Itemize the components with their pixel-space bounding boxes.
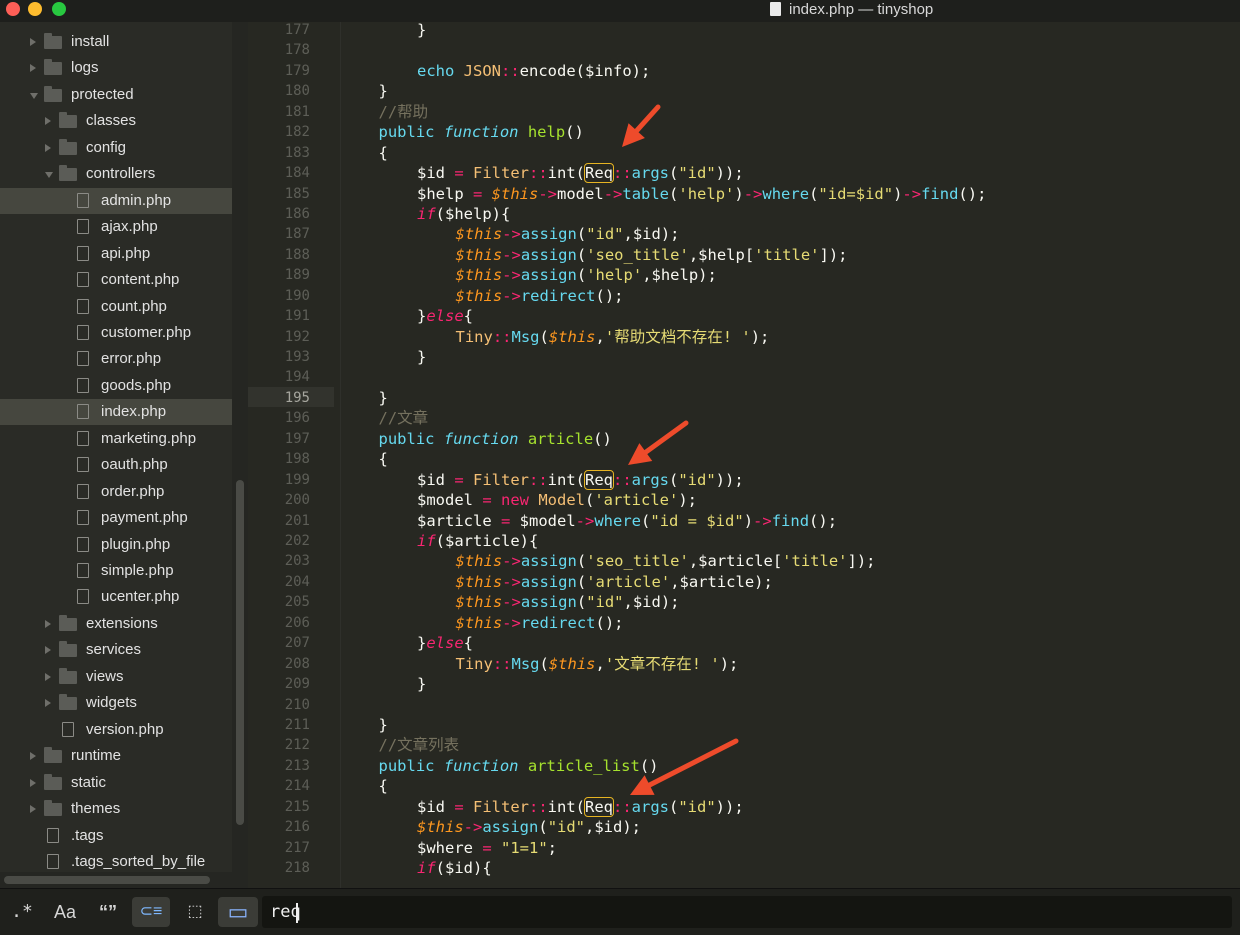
- case-sensitive-toggle-button[interactable]: Aa: [48, 897, 82, 927]
- find-input[interactable]: [262, 896, 1232, 928]
- find-bar: .* Aa “” ⊂≡ ⬚ ▭: [0, 888, 1240, 935]
- in-selection-toggle-button[interactable]: ⬚: [178, 897, 212, 927]
- annotation-arrows: [622, 104, 739, 795]
- annotation-arrow-shaft: [634, 104, 661, 134]
- whole-word-toggle-button[interactable]: “”: [90, 897, 126, 927]
- regex-toggle-button[interactable]: .*: [6, 897, 38, 927]
- annotation-arrow-head: [628, 443, 653, 465]
- wrap-toggle-button[interactable]: ⊂≡: [132, 897, 170, 927]
- annotation-arrow-shaft: [643, 420, 689, 455]
- text-cursor: [296, 903, 298, 923]
- annotation-arrow-shaft: [647, 738, 739, 788]
- highlight-matches-toggle-button[interactable]: ▭: [218, 897, 258, 927]
